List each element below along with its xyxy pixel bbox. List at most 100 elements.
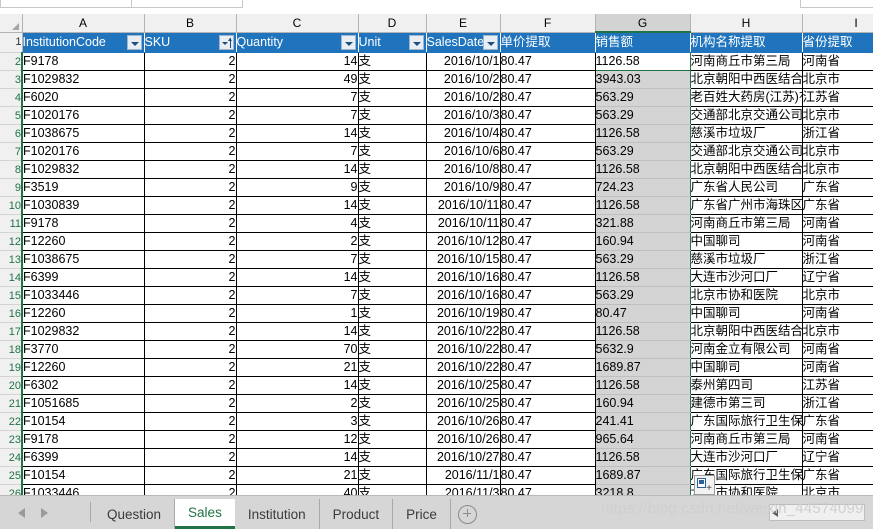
filter-dropdown-icon[interactable] xyxy=(408,34,424,50)
cell-C6[interactable]: 14 xyxy=(236,124,359,143)
cell-D23[interactable]: 支 xyxy=(358,430,427,449)
cell-I8[interactable]: 北京市 xyxy=(802,160,873,179)
table-row[interactable]: 18 F3770 2 70 支 2016/10/22 80.47 5632.9 河南金立有限公司… xyxy=(0,340,873,359)
cell-B22[interactable]: 2 xyxy=(144,412,237,431)
cell-E6[interactable]: 2016/10/4 xyxy=(426,124,501,143)
cell-C22[interactable]: 3 xyxy=(236,412,359,431)
cell-B11[interactable]: 2 xyxy=(144,214,237,233)
cell-B13[interactable]: 2 xyxy=(144,250,237,269)
row-number[interactable]: 17 xyxy=(0,322,23,341)
cell-B15[interactable]: 2 xyxy=(144,286,237,305)
cell-G14[interactable]: 1126.58 xyxy=(594,268,691,287)
sheet-tab-price[interactable]: Price xyxy=(393,499,451,529)
column-header-a[interactable]: A xyxy=(22,14,145,33)
cell-D5[interactable]: 支 xyxy=(358,106,427,125)
cell-E10[interactable]: 2016/10/11 xyxy=(426,196,501,215)
cell-D25[interactable]: 支 xyxy=(358,466,427,485)
row-number[interactable]: 18 xyxy=(0,340,23,359)
cell-C20[interactable]: 14 xyxy=(236,376,359,395)
cell-B25[interactable]: 2 xyxy=(144,466,237,485)
cell-F2[interactable]: 80.47 xyxy=(500,52,596,71)
table-row[interactable]: 11 F9178 2 4 支 2016/10/11 80.47 321.88 河南商丘市第三局河… xyxy=(0,214,873,233)
row-number[interactable]: 21 xyxy=(0,394,23,413)
cell-A18[interactable]: F3770 xyxy=(21,340,145,359)
cell-B7[interactable]: 2 xyxy=(144,142,237,161)
cell-F12[interactable]: 80.47 xyxy=(500,232,596,251)
cell-G8[interactable]: 1126.58 xyxy=(594,160,691,179)
cell-D4[interactable]: 支 xyxy=(358,88,427,107)
cell-E14[interactable]: 2016/10/16 xyxy=(426,268,501,287)
cell-I13[interactable]: 浙江省 xyxy=(802,250,873,269)
cell-A8[interactable]: F1029832 xyxy=(21,160,145,179)
cell-I10[interactable]: 广东省 xyxy=(802,196,873,215)
cell-I9[interactable]: 广东省 xyxy=(802,178,873,197)
cell-A14[interactable]: F6399 xyxy=(21,268,145,287)
cell-D17[interactable]: 支 xyxy=(358,322,427,341)
cell-H16[interactable]: 中国聊司 xyxy=(690,304,803,323)
cell-C21[interactable]: 2 xyxy=(236,394,359,413)
row-number[interactable]: 6 xyxy=(0,124,23,143)
column-header-g[interactable]: G xyxy=(595,14,691,33)
cell-B19[interactable]: 2 xyxy=(144,358,237,377)
cell-D8[interactable]: 支 xyxy=(358,160,427,179)
cell-A26[interactable]: F1033446 xyxy=(21,484,145,495)
column-header-i[interactable]: I xyxy=(802,14,873,33)
cell-I22[interactable]: 广东省 xyxy=(802,412,873,431)
cell-A7[interactable]: F1020176 xyxy=(21,142,145,161)
cell-D26[interactable]: 支 xyxy=(358,484,427,495)
row-number[interactable]: 2 xyxy=(0,52,23,71)
cell-C11[interactable]: 4 xyxy=(236,214,359,233)
cell-C17[interactable]: 14 xyxy=(236,322,359,341)
cell-G18[interactable]: 5632.9 xyxy=(594,340,691,359)
column-header-f[interactable]: F xyxy=(500,14,596,33)
table-row[interactable]: 16 F12260 2 1 支 2016/10/19 80.47 80.47 中国聊司 河南省 xyxy=(0,304,873,323)
cell-I26[interactable]: 北京市 xyxy=(802,484,873,495)
cell-C8[interactable]: 14 xyxy=(236,160,359,179)
cell-F26[interactable]: 80.47 xyxy=(500,484,596,495)
column-header-e[interactable]: E xyxy=(426,14,501,33)
cell-E3[interactable]: 2016/10/2 xyxy=(426,70,501,89)
cell-I21[interactable]: 浙江省 xyxy=(802,394,873,413)
cell-F15[interactable]: 80.47 xyxy=(500,286,596,305)
cell-B14[interactable]: 2 xyxy=(144,268,237,287)
cell-G5[interactable]: 563.29 xyxy=(594,106,691,125)
row-number[interactable]: 4 xyxy=(0,88,23,107)
cell-I16[interactable]: 河南省 xyxy=(802,304,873,323)
table-row[interactable]: 24 F6399 2 14 支 2016/10/27 80.47 1126.58 大连市沙河口厂… xyxy=(0,448,873,467)
cell-A5[interactable]: F1020176 xyxy=(21,106,145,125)
sheet-tab-institution[interactable]: Institution xyxy=(235,499,320,529)
cell-E23[interactable]: 2016/10/26 xyxy=(426,430,501,449)
cell-H22[interactable]: 广东国际旅行卫生保健 xyxy=(690,412,803,431)
cell-I25[interactable]: 广东省 xyxy=(802,466,873,485)
row-number[interactable]: 3 xyxy=(0,70,23,89)
cell-G6[interactable]: 1126.58 xyxy=(594,124,691,143)
cell-E9[interactable]: 2016/10/9 xyxy=(426,178,501,197)
row-number[interactable]: 7 xyxy=(0,142,23,161)
table-row[interactable]: 6 F1038675 2 14 支 2016/10/4 80.47 1126.58 慈溪市垃圾厂… xyxy=(0,124,873,143)
cell-B4[interactable]: 2 xyxy=(144,88,237,107)
cell-G19[interactable]: 1689.87 xyxy=(594,358,691,377)
column-header-c[interactable]: C xyxy=(236,14,359,33)
cell-A13[interactable]: F1038675 xyxy=(21,250,145,269)
row-number[interactable]: 22 xyxy=(0,412,23,431)
cell-H14[interactable]: 大连市沙河口厂 xyxy=(690,268,803,287)
cell-C12[interactable]: 2 xyxy=(236,232,359,251)
cell-D16[interactable]: 支 xyxy=(358,304,427,323)
table-row[interactable]: 22 F10154 2 3 支 2016/10/26 80.47 241.41 广东国际旅行卫生… xyxy=(0,412,873,431)
cell-C15[interactable]: 7 xyxy=(236,286,359,305)
cell-C9[interactable]: 9 xyxy=(236,178,359,197)
cell-I18[interactable]: 河南省 xyxy=(802,340,873,359)
cell-B8[interactable]: 2 xyxy=(144,160,237,179)
row-number[interactable]: 25 xyxy=(0,466,23,485)
cell-F25[interactable]: 80.47 xyxy=(500,466,596,485)
table-row[interactable]: 20 F6302 2 14 支 2016/10/25 80.47 1126.58 泰州第四司 江苏… xyxy=(0,376,873,395)
cell-I23[interactable]: 河南省 xyxy=(802,430,873,449)
cell-G22[interactable]: 241.41 xyxy=(594,412,691,431)
cell-A25[interactable]: F10154 xyxy=(21,466,145,485)
cell-I12[interactable]: 河南省 xyxy=(802,232,873,251)
filter-dropdown-icon[interactable] xyxy=(340,34,356,50)
cell-F4[interactable]: 80.47 xyxy=(500,88,596,107)
cell-C10[interactable]: 14 xyxy=(236,196,359,215)
row-number[interactable]: 9 xyxy=(0,178,23,197)
cell-B9[interactable]: 2 xyxy=(144,178,237,197)
